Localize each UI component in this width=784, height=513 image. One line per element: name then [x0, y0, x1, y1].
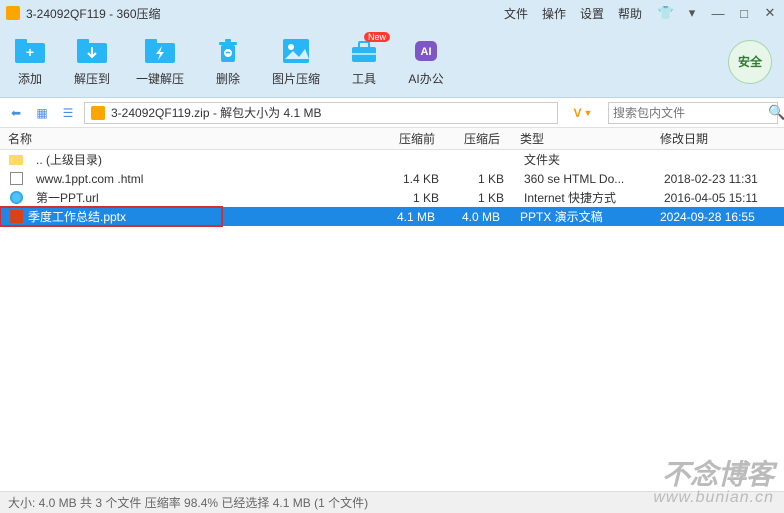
status-text: 大小: 4.0 MB 共 3 个文件 压缩率 98.4% 已经选择 4.1 MB… [8, 494, 368, 511]
folder-plus-icon: + [12, 36, 48, 66]
system-buttons: 👕 ▾ — □ ✕ [658, 5, 778, 21]
file-after: 1 KB [449, 191, 514, 205]
file-date: 2024-09-28 16:55 [650, 210, 780, 224]
menu-file[interactable]: 文件 [504, 5, 528, 22]
one-click-extract-button[interactable]: 一键解压 [136, 36, 184, 87]
menu-bar: 文件 操作 设置 帮助 [504, 5, 642, 22]
svg-text:AI: AI [421, 46, 432, 58]
zip-icon [91, 106, 105, 120]
file-after: 1 KB [449, 172, 514, 186]
breadcrumb[interactable]: 3-24092QF119.zip - 解包大小为 4.1 MB [84, 102, 558, 124]
status-bar: 大小: 4.0 MB 共 3 个文件 压缩率 98.4% 已经选择 4.1 MB… [0, 491, 784, 513]
svg-text:+: + [26, 44, 34, 60]
column-headers: 名称 压缩前 压缩后 类型 修改日期 [0, 128, 784, 150]
ai-icon: AI [408, 36, 444, 66]
search-input[interactable] [613, 106, 768, 120]
file-type: PPTX 演示文稿 [510, 208, 650, 225]
file-before: 1.4 KB [379, 172, 449, 186]
add-button[interactable]: + 添加 [12, 36, 48, 87]
folder-arrow-icon [74, 36, 110, 66]
file-after: 4.0 MB [445, 210, 510, 224]
table-row[interactable]: .. (上级目录) 文件夹 [0, 150, 784, 169]
view-list-icon[interactable]: ☰ [58, 103, 78, 123]
dropdown-icon[interactable]: ▾ [684, 5, 700, 21]
url-icon [8, 191, 24, 205]
header-after[interactable]: 压缩后 [445, 130, 510, 147]
new-badge: New [364, 32, 390, 42]
table-row[interactable]: 第一PPT.url 1 KB 1 KB Internet 快捷方式 2016-0… [0, 188, 784, 207]
file-name: www.1ppt.com .html [28, 172, 379, 186]
file-name: 第一PPT.url [28, 189, 379, 206]
file-type: Internet 快捷方式 [514, 189, 654, 206]
table-row[interactable]: 季度工作总结.pptx [0, 207, 222, 226]
file-before: 1 KB [379, 191, 449, 205]
v-dropdown[interactable]: V▼ [564, 106, 602, 120]
file-date: 2016-04-05 15:11 [654, 191, 784, 205]
chevron-down-icon: ▼ [584, 108, 593, 118]
file-name: 季度工作总结.pptx [28, 208, 222, 225]
image-icon [278, 36, 314, 66]
pptx-icon [8, 210, 24, 224]
table-row[interactable]: www.1ppt.com .html 1.4 KB 1 KB 360 se HT… [0, 169, 784, 188]
header-before[interactable]: 压缩前 [375, 130, 445, 147]
search-box[interactable]: 🔍 [608, 102, 778, 124]
breadcrumb-text: 3-24092QF119.zip - 解包大小为 4.1 MB [111, 104, 322, 121]
watermark-line1: 不念博客 [653, 461, 774, 489]
image-compress-label: 图片压缩 [272, 70, 320, 87]
titlebar: 3-24092QF119 - 360压缩 文件 操作 设置 帮助 👕 ▾ — □… [0, 0, 784, 26]
toolbar: + 添加 解压到 一键解压 删除 图片压缩 New 工具 AI [0, 26, 784, 98]
file-type: 360 se HTML Do... [514, 172, 654, 186]
ai-office-label: AI办公 [408, 70, 443, 87]
safe-badge: 安全 [728, 40, 772, 84]
ai-office-button[interactable]: AI AI办公 [408, 36, 444, 87]
header-name[interactable]: 名称 [0, 130, 375, 147]
one-click-label: 一键解压 [136, 70, 184, 87]
tools-label: 工具 [352, 70, 376, 87]
file-type: 文件夹 [514, 151, 654, 168]
tools-button[interactable]: New 工具 [346, 36, 382, 87]
delete-button[interactable]: 删除 [210, 36, 246, 87]
file-list: .. (上级目录) 文件夹 www.1ppt.com .html 1.4 KB … [0, 150, 784, 226]
folder-icon [8, 153, 24, 167]
file-before: 4.1 MB [375, 210, 445, 224]
close-button[interactable]: ✕ [762, 5, 778, 21]
image-compress-button[interactable]: 图片压缩 [272, 36, 320, 87]
search-icon[interactable]: 🔍 [768, 104, 784, 121]
pathbar: ⬅ ▦ ☰ 3-24092QF119.zip - 解包大小为 4.1 MB V▼… [0, 98, 784, 128]
menu-help[interactable]: 帮助 [618, 5, 642, 22]
file-name: .. (上级目录) [28, 151, 379, 168]
header-type[interactable]: 类型 [510, 130, 650, 147]
header-date[interactable]: 修改日期 [650, 130, 780, 147]
file-date: 2018-02-23 11:31 [654, 172, 784, 186]
view-grid-icon[interactable]: ▦ [32, 103, 52, 123]
app-icon [6, 6, 20, 20]
window-title: 3-24092QF119 - 360压缩 [26, 5, 504, 22]
skin-icon[interactable]: 👕 [658, 5, 674, 21]
menu-settings[interactable]: 设置 [580, 5, 604, 22]
maximize-button[interactable]: □ [736, 5, 752, 21]
delete-label: 删除 [216, 70, 240, 87]
lightning-icon [142, 36, 178, 66]
menu-operate[interactable]: 操作 [542, 5, 566, 22]
minimize-button[interactable]: — [710, 5, 726, 21]
add-label: 添加 [18, 70, 42, 87]
extract-to-label: 解压到 [74, 70, 110, 87]
back-icon[interactable]: ⬅ [6, 103, 26, 123]
html-icon [8, 172, 24, 186]
extract-to-button[interactable]: 解压到 [74, 36, 110, 87]
trash-icon [210, 36, 246, 66]
